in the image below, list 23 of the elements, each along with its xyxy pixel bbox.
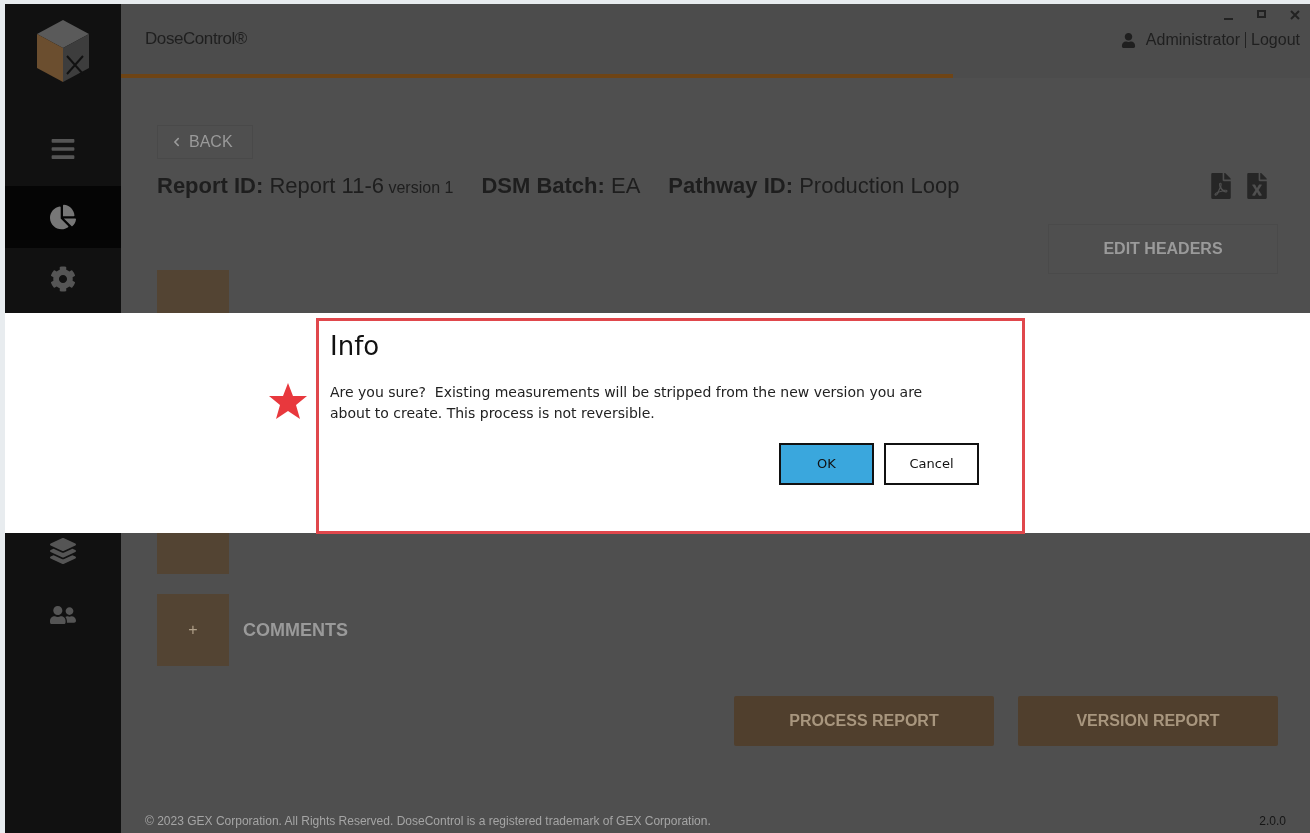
chevron-left-icon — [172, 137, 181, 147]
action-button[interactable]: PROCESS REPORT — [734, 696, 994, 746]
back-button[interactable]: BACK — [157, 125, 253, 159]
expand-box[interactable]: + — [157, 594, 229, 666]
version-label: 2.0.0 — [1259, 813, 1286, 830]
copyright-text: © 2023 GEX Corporation. All Rights Reserved. DoseControl is a registered trademark of GEX Corporation. — [145, 813, 711, 830]
star-icon — [268, 382, 308, 420]
document-icon — [1210, 172, 1232, 199]
edit-headers-button[interactable]: EDIT HEADERS — [1048, 224, 1278, 274]
spreadsheet-icon — [1246, 172, 1268, 199]
action-button[interactable]: VERSION REPORT — [1018, 696, 1278, 746]
pie-chart-icon — [50, 204, 76, 230]
section-title: COMMENTS — [243, 618, 348, 642]
ok-button[interactable]: OK — [779, 443, 874, 485]
layers-icon — [50, 538, 76, 564]
settings-icon — [50, 266, 76, 292]
user-icon — [1120, 32, 1136, 48]
maximize-icon[interactable] — [1257, 10, 1266, 18]
cancel-button[interactable]: Cancel — [884, 443, 979, 485]
dialog-message: Are you sure? Existing measurements will be stripped from the new version you are about to create. This process is not reversible. — [330, 383, 924, 423]
dialog-title: Info — [330, 330, 381, 363]
menu-icon — [50, 136, 76, 162]
close-icon[interactable] — [1290, 10, 1300, 20]
